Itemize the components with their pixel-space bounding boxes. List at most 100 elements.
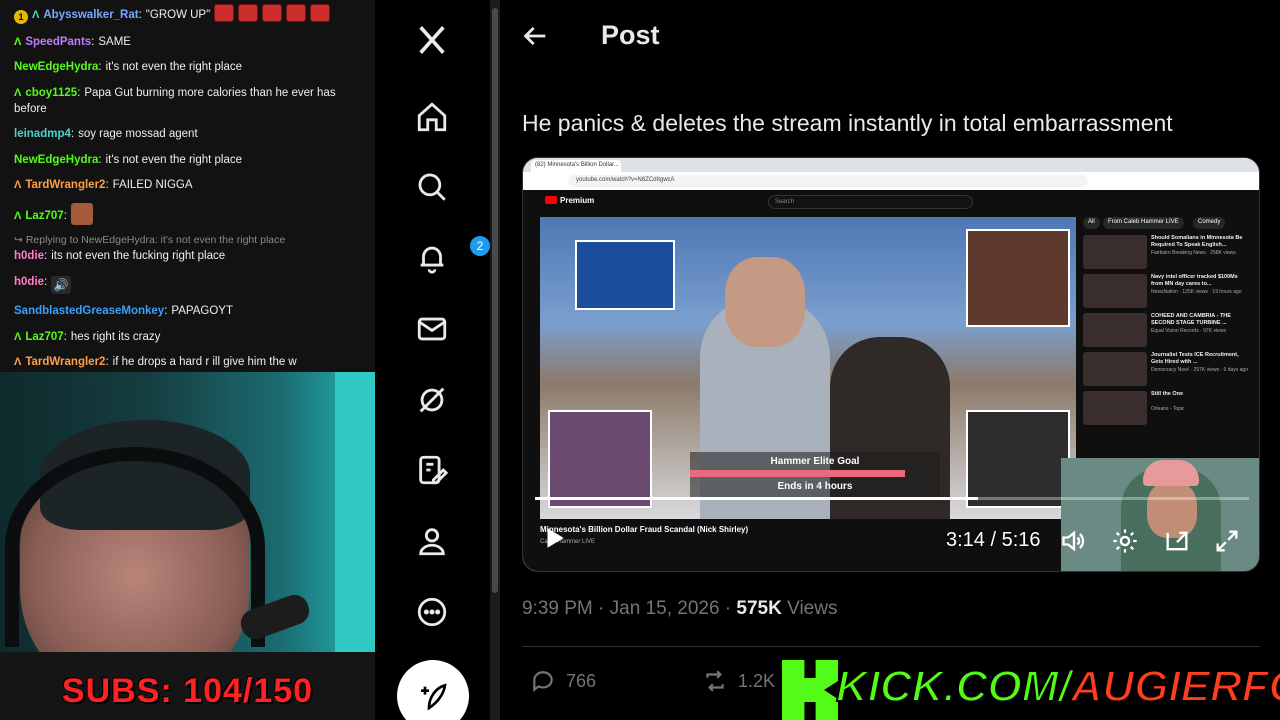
chat-message: SandblastedGreaseMonkeyPAPAGOYT <box>14 303 365 319</box>
sub-badge-icon: Λ <box>14 179 22 191</box>
interviewer-face <box>725 257 805 347</box>
reply-context: ↪ Replying to NewEdgeHydra: it's not even… <box>14 234 286 246</box>
rage-emote-icon <box>310 4 331 22</box>
post-video-player[interactable]: (82) Minnesota's Billion Dollar... youtu… <box>522 157 1260 572</box>
reply-count: 766 <box>566 670 597 691</box>
chat-username[interactable]: Abysswalker_Rat <box>43 9 145 21</box>
sub-badge-icon: Λ <box>14 330 22 343</box>
gear-icon <box>1113 529 1137 553</box>
notification-count-badge: 2 <box>470 236 490 256</box>
sub-badge-icon: Λ <box>14 356 22 368</box>
recommended-meta: Democracy Now! · 297K views · 9 days ago <box>1151 367 1248 373</box>
recommended-thumbnail <box>1083 274 1147 308</box>
kick-channel-url: KICK.COM/AUGIERFC <box>835 661 1280 712</box>
back-arrow-icon <box>523 26 546 46</box>
home-icon[interactable] <box>414 99 450 135</box>
x-logo-icon[interactable] <box>414 22 450 58</box>
chat-text: it's not even the right place <box>105 61 243 73</box>
picture-in-picture-button[interactable] <box>1163 527 1193 557</box>
video-progress-played <box>535 497 978 500</box>
video-progress-bar[interactable] <box>535 497 1249 500</box>
recommended-meta: Fairbairn Breaking News · 258K views <box>1151 250 1236 256</box>
repost-button[interactable]: 1.2K <box>702 666 775 696</box>
chat-text: SAME <box>98 35 131 48</box>
recommended-video: Should Somalians in Minnesota Be Require… <box>1083 235 1259 269</box>
chat-username[interactable]: cboy1125 <box>25 87 84 99</box>
inset-cam-top-right <box>966 229 1070 327</box>
kick-channel-overlay: KICK.COM/AUGIERFC <box>780 658 1280 720</box>
inset-cam-bottom-right <box>966 410 1070 508</box>
goal-progress-fill <box>690 470 905 477</box>
post-timestamp-views: 9:39 PM · Jan 15, 2026 · 575K Views <box>522 598 838 619</box>
volume-icon <box>1062 530 1085 552</box>
notifications-bell-icon[interactable]: 2 <box>414 236 490 276</box>
messages-mail-icon[interactable] <box>414 311 450 347</box>
chat-username[interactable]: Laz707 <box>25 331 71 343</box>
hammer-goal-overlay: Hammer Elite Goal Ends in 4 hours <box>690 452 940 498</box>
search-icon[interactable] <box>414 169 450 205</box>
more-icon[interactable] <box>414 594 450 630</box>
rage-emote-icon <box>262 4 283 22</box>
chat-message: NewEdgeHydrait's not even the right plac… <box>14 152 365 168</box>
chat-text: if he drops a hard r ill give him the w <box>112 356 297 368</box>
chat-username[interactable]: SpeedPants <box>25 36 98 48</box>
chat-message: ΛSpeedPantsSAME <box>14 34 365 50</box>
chat-username[interactable]: TardWrangler2 <box>25 179 112 191</box>
chat-text: PAPAGOYT <box>171 305 233 317</box>
recommended-title: Should Somalians in Minnesota Be Require… <box>1151 235 1243 248</box>
youtube-search: Search <box>768 195 973 209</box>
chip-all: All <box>1083 217 1100 229</box>
rage-emote-icon <box>238 4 259 22</box>
chat-message: ΛLaz707hes right its crazy <box>14 329 365 345</box>
recommended-thumbnail <box>1083 391 1147 425</box>
chat-username[interactable]: h0die <box>14 276 51 288</box>
browser-tab-strip: (82) Minnesota's Billion Dollar... <box>523 158 1259 172</box>
chat-username[interactable]: NewEdgeHydra <box>14 61 106 73</box>
post-detail: Post He panics & deletes the stream inst… <box>500 0 1280 720</box>
sub-badge-icon: Λ <box>32 9 40 21</box>
pip-icon <box>1166 531 1188 551</box>
views-count: 575K <box>736 598 782 619</box>
embedded-video-frame: Hammer Elite Goal Ends in 4 hours <box>540 217 1076 519</box>
recommended-meta: Orleans - Topic <box>1151 406 1185 412</box>
chat-username[interactable]: h0die <box>14 250 51 262</box>
chat-username[interactable]: leinadmp4 <box>14 128 78 140</box>
chat-username[interactable]: TardWrangler2 <box>25 356 112 368</box>
compose-post-button[interactable] <box>397 660 469 720</box>
recommended-video: Navy intel officer tracked $100Ms from M… <box>1083 274 1259 308</box>
chat-username[interactable]: SandblastedGreaseMonkey <box>14 305 171 317</box>
play-button[interactable] <box>541 525 569 553</box>
recommended-video: COHEED AND CAMBRIA - THE SECOND STAGE TU… <box>1083 313 1259 347</box>
chat-message: Λcboy1125Papa Gut burning more calories … <box>14 85 365 117</box>
profile-icon[interactable] <box>414 523 450 559</box>
gifter-badge-icon: 1 <box>14 10 28 24</box>
settings-button[interactable] <box>1111 527 1141 557</box>
grok-icon[interactable] <box>414 382 450 418</box>
fullscreen-button[interactable] <box>1213 527 1243 557</box>
youtube-topbar: Premium Search <box>523 190 1259 214</box>
browser-url-bar: youtube.com/watch?v=N8ZCdItgwcA <box>523 172 1259 190</box>
recommended-meta: NewsNation · 125K views · 19 hours ago <box>1151 289 1242 295</box>
recommended-thumbnail <box>1083 352 1147 386</box>
goal-ends: Ends in 4 hours <box>777 481 853 492</box>
browser-tab: (82) Minnesota's Billion Dollar... <box>531 160 621 172</box>
url-text: youtube.com/watch?v=N8ZCdItgwcA <box>568 175 1088 187</box>
volume-button[interactable] <box>1060 527 1090 557</box>
scrollbar-thumb[interactable] <box>492 8 498 593</box>
chat-username[interactable]: Laz707 <box>25 210 71 222</box>
premium-edit-icon[interactable] <box>414 452 450 488</box>
rage-emote-icon <box>214 4 235 22</box>
reply-button[interactable]: 766 <box>530 666 596 696</box>
chat-text: hes right its crazy <box>70 330 161 343</box>
chat-text: FAILED NIGGA <box>112 179 193 191</box>
page-title: Post <box>601 20 660 50</box>
chat-username[interactable]: NewEdgeHydra <box>14 154 106 166</box>
chat-text: it's not even the right place <box>105 153 243 166</box>
chat-message: h0die🔊 <box>14 274 365 294</box>
back-button[interactable] <box>522 22 554 54</box>
x-sidebar-nav: 2 <box>375 0 490 720</box>
recommended-meta: Equal Vision Records · 97K views <box>1151 328 1226 334</box>
recommended-title: Navy intel officer tracked $100Ms from M… <box>1151 274 1238 287</box>
chat-text: "GROW UP" <box>145 9 211 21</box>
chrome-scrollbar[interactable] <box>490 0 500 720</box>
